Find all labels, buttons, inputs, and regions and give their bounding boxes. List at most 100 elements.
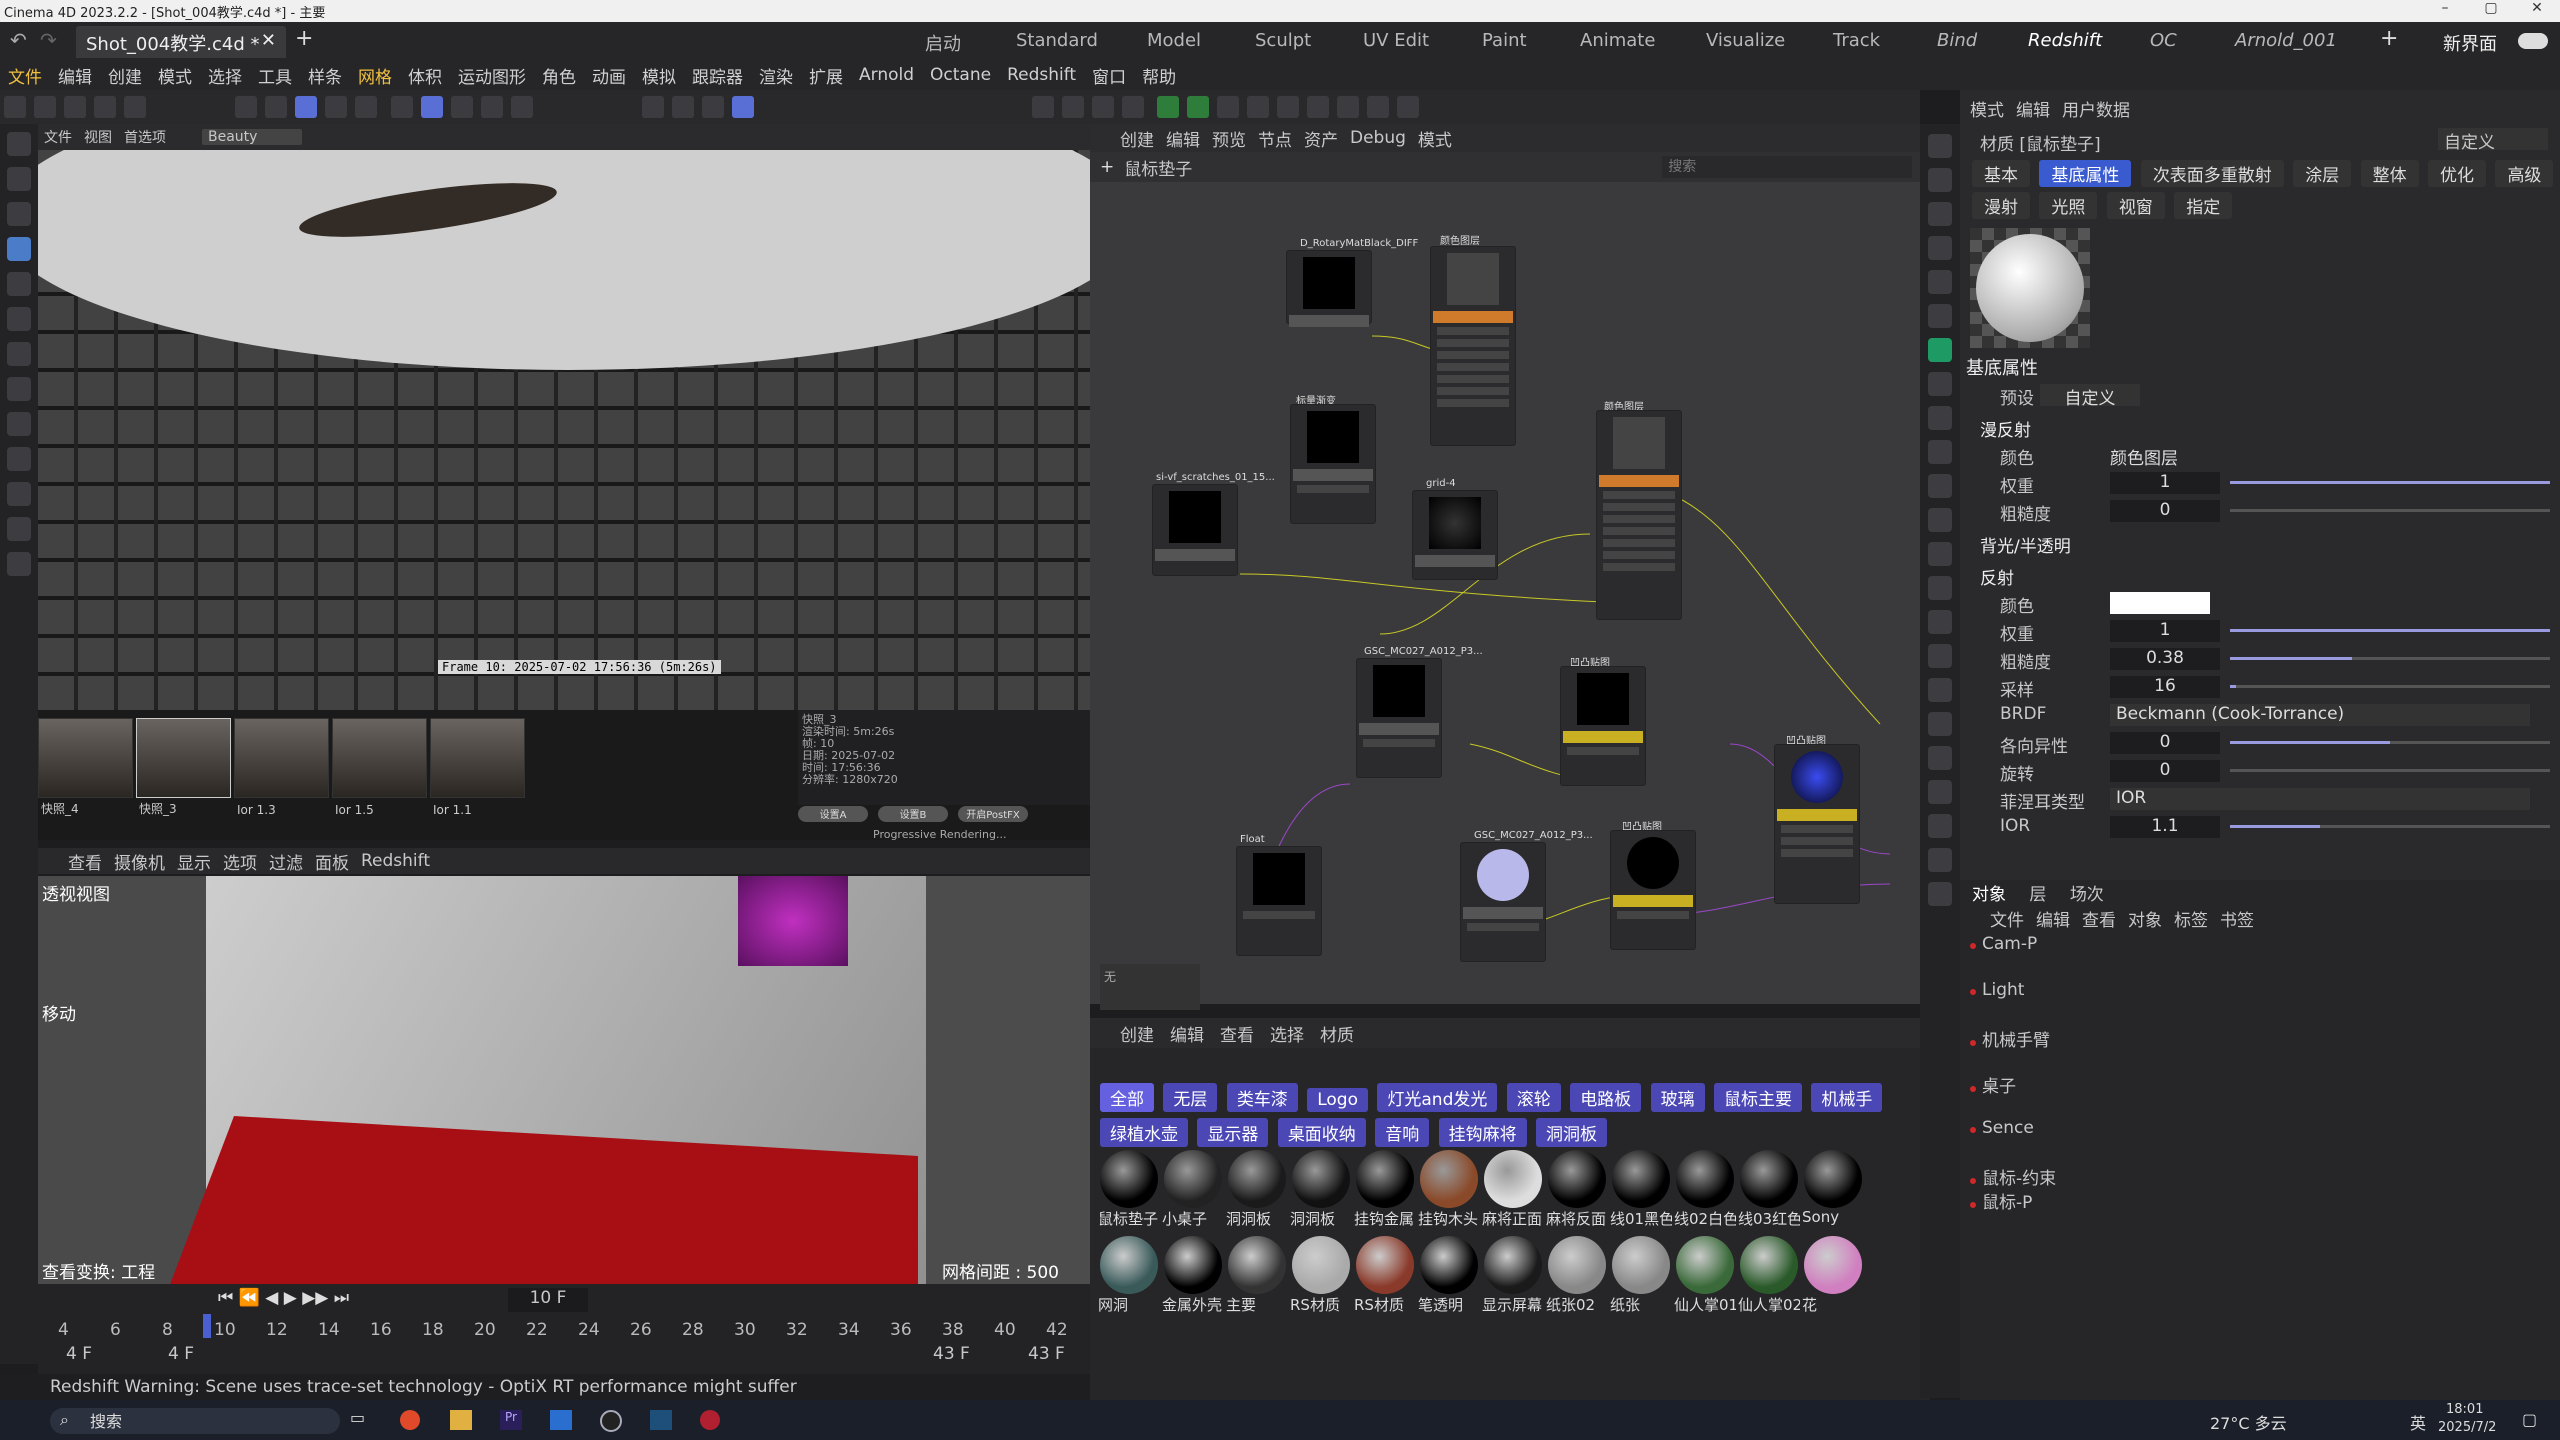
material-swatch[interactable]: 洞洞板 xyxy=(1226,1148,1288,1228)
search-icon[interactable] xyxy=(7,132,31,156)
settings-icon[interactable] xyxy=(1928,610,1952,634)
vp-menu-panel[interactable]: 面板 xyxy=(315,849,349,874)
folder-icon[interactable] xyxy=(450,1410,472,1430)
material-swatch[interactable]: 麻将正面 xyxy=(1482,1148,1544,1228)
reflection-header[interactable]: 反射 xyxy=(1960,562,2560,589)
render-view-icon[interactable] xyxy=(480,96,503,118)
end-frame-b[interactable]: 43 F xyxy=(1028,1344,1065,1364)
interface-toggle[interactable] xyxy=(2518,33,2548,49)
light-icon[interactable] xyxy=(1247,96,1270,118)
category-all[interactable]: 全部 xyxy=(1100,1083,1154,1112)
menu-redshift[interactable]: Redshift xyxy=(1007,65,1076,85)
redshift-icon[interactable] xyxy=(1928,338,1952,362)
menu-window[interactable]: 窗口 xyxy=(1092,63,1126,88)
color-layer-node[interactable] xyxy=(1596,410,1682,620)
object-item[interactable]: 鼠标-约束 xyxy=(1970,1164,2550,1189)
object-item[interactable]: Cam-P xyxy=(1970,934,2550,956)
tab-overall[interactable]: 整体 xyxy=(2360,160,2419,187)
vp-menu-view[interactable]: 查看 xyxy=(68,849,102,874)
material-swatch[interactable]: 线02白色 xyxy=(1674,1148,1736,1228)
model-mode-icon[interactable] xyxy=(235,96,258,118)
material-swatch[interactable]: 仙人掌02 xyxy=(1738,1234,1800,1314)
category-tab[interactable]: 挂钩麻将 xyxy=(1438,1118,1527,1147)
live-select-icon[interactable] xyxy=(7,202,31,226)
om-menu-object[interactable]: 对象 xyxy=(2128,906,2162,931)
globe-icon[interactable] xyxy=(1928,508,1952,532)
brush-icon[interactable] xyxy=(7,482,31,506)
mm-menu-view[interactable]: 查看 xyxy=(1220,1021,1254,1046)
tab-viewport[interactable]: 视窗 xyxy=(2106,192,2165,219)
proxy-icon[interactable] xyxy=(1928,542,1952,566)
category-tab[interactable]: 桌面收纳 xyxy=(1277,1118,1366,1147)
layout-tab-sculpt[interactable]: Sculpt xyxy=(1255,30,1311,51)
generator-icon[interactable] xyxy=(1092,96,1114,118)
reflection-samples-field[interactable]: 16 xyxy=(2110,676,2220,698)
start-frame-a[interactable]: 4 F xyxy=(66,1344,92,1364)
ior-field[interactable]: 1.1 xyxy=(2110,816,2220,838)
vp-menu-redshift[interactable]: Redshift xyxy=(361,851,430,871)
menu-arnold[interactable]: Arnold xyxy=(859,65,914,85)
material-swatch[interactable]: 花 xyxy=(1802,1234,1864,1314)
tab-basic[interactable]: 基本 xyxy=(1972,160,2030,187)
reflection-roughness-slider[interactable] xyxy=(2230,657,2550,660)
category-tab[interactable]: 无层 xyxy=(1163,1083,1218,1112)
tab-base-properties[interactable]: 基底属性 xyxy=(2039,160,2132,187)
texture-node[interactable] xyxy=(1460,842,1546,962)
om-menu-tags[interactable]: 标签 xyxy=(2174,906,2208,931)
category-tab[interactable]: 机械手 xyxy=(1811,1083,1883,1112)
menu-tracker[interactable]: 跟踪器 xyxy=(692,63,743,88)
cube-icon[interactable] xyxy=(1032,96,1054,118)
material-icon[interactable] xyxy=(1928,168,1952,192)
anisotropy-slider[interactable] xyxy=(2230,741,2550,744)
spot-icon[interactable] xyxy=(1928,440,1952,464)
material-swatch[interactable]: 主要 xyxy=(1226,1234,1288,1314)
material-swatch[interactable]: RS材质 xyxy=(1290,1234,1352,1314)
tab-coat[interactable]: 涂层 xyxy=(2293,160,2352,187)
texture-node[interactable] xyxy=(1286,250,1372,327)
snapshot-thumb[interactable]: 快照_3 xyxy=(136,718,231,816)
knife-icon[interactable] xyxy=(7,377,31,401)
mograph-icon[interactable] xyxy=(1217,96,1240,118)
category-tab[interactable]: 显示器 xyxy=(1197,1118,1269,1147)
sun-icon[interactable] xyxy=(1928,406,1952,430)
menu-create[interactable]: 创建 xyxy=(108,63,142,88)
paint-icon[interactable] xyxy=(7,447,31,471)
material-swatch[interactable]: 小桌子 xyxy=(1162,1148,1224,1228)
snapshot-thumb[interactable]: Ior 1.5 xyxy=(332,718,427,817)
camera-icon[interactable] xyxy=(1928,780,1952,804)
render-view[interactable]: Frame 10: 2025-07-02 17:56:36 (5m:26s) xyxy=(38,150,1090,710)
texture-node[interactable] xyxy=(1356,658,1442,778)
camera-icon[interactable] xyxy=(1928,746,1952,770)
sculpt-icon[interactable] xyxy=(7,517,31,541)
vp-menu-filter[interactable]: 过滤 xyxy=(269,849,303,874)
material-swatch[interactable]: 笔透明 xyxy=(1418,1234,1480,1314)
tab-assign[interactable]: 指定 xyxy=(2174,192,2233,219)
uv-mode-icon[interactable] xyxy=(355,96,378,118)
object-item[interactable]: Light xyxy=(1970,980,2550,1002)
tab-optimize[interactable]: 优化 xyxy=(2428,160,2487,187)
move-icon[interactable] xyxy=(7,237,31,261)
om-menu-bookmarks[interactable]: 书签 xyxy=(2220,906,2254,931)
app-icon[interactable] xyxy=(650,1410,672,1430)
om-menu-file[interactable]: 文件 xyxy=(1990,906,2024,931)
float-node[interactable] xyxy=(1236,846,1322,956)
layout-tab-start[interactable]: 启动 xyxy=(925,30,961,56)
reflection-roughness-field[interactable]: 0.38 xyxy=(2110,648,2220,670)
render-icon[interactable] xyxy=(642,96,665,118)
scale-icon[interactable] xyxy=(7,307,31,331)
menu-octane[interactable]: Octane xyxy=(930,65,991,85)
perspective-viewport[interactable]: 透视视图 移动 查看变换: 工程 网格间距 : 500 cm xyxy=(38,876,1090,1284)
timeline[interactable]: 10 F ⏮ ⏪ ◀ ▶ ▶▶ ⏭ 4 F 4 F 43 F 43 F 4 6 8 1… xyxy=(38,1284,1090,1374)
preset-select[interactable]: 自定义 xyxy=(2040,384,2140,409)
material-swatch[interactable]: 麻将反面 xyxy=(1546,1148,1608,1228)
tab-advanced[interactable]: 高级 xyxy=(2495,160,2554,187)
attr-menu-mode[interactable]: 模式 xyxy=(1970,96,2004,121)
rotation-field[interactable]: 0 xyxy=(2110,760,2220,782)
diffuse-roughness-field[interactable]: 0 xyxy=(2110,500,2220,522)
vp-menu-options[interactable]: 选项 xyxy=(223,849,257,874)
category-tab[interactable]: 鼠标主要 xyxy=(1714,1083,1802,1112)
ior-slider[interactable] xyxy=(2230,825,2550,828)
close-button[interactable]: ✕ xyxy=(2514,0,2560,16)
link-icon[interactable] xyxy=(1928,270,1952,294)
diffuse-color-link[interactable]: 颜色图层 xyxy=(2110,444,2220,469)
